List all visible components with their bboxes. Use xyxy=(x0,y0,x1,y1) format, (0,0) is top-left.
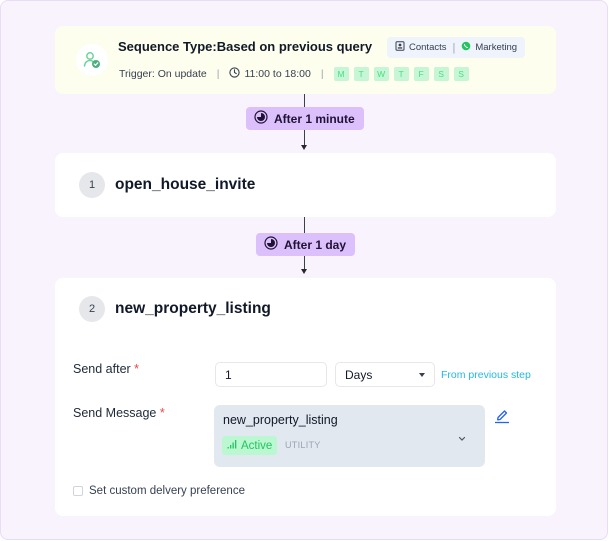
custom-delivery-checkbox[interactable] xyxy=(73,486,83,496)
active-days: M T W T F S S xyxy=(333,67,469,81)
label-text: Send Message xyxy=(73,406,157,420)
day-chip: W xyxy=(373,67,389,81)
sequence-type-title: Sequence Type:Based on previous query xyxy=(118,39,373,54)
divider: | xyxy=(452,41,456,54)
template-name: new_property_listing xyxy=(223,413,338,427)
clock-icon xyxy=(229,67,241,81)
day-chip: S xyxy=(453,67,469,81)
divider: | xyxy=(216,68,220,80)
template-category: UTILITY xyxy=(285,440,321,450)
step-title: open_house_invite xyxy=(115,176,256,193)
send-after-value-input[interactable]: 1 xyxy=(215,362,327,387)
pencil-icon xyxy=(492,410,512,429)
tag-label: Marketing xyxy=(475,42,518,53)
send-after-label: Send after * xyxy=(73,362,139,376)
edit-template-button[interactable] xyxy=(492,405,512,425)
sequence-canvas: Sequence Type:Based on previous query Co… xyxy=(0,0,608,540)
custom-delivery-label: Set custom delvery preference xyxy=(89,485,245,497)
step-number: 2 xyxy=(79,296,105,322)
day-chip: F xyxy=(413,67,429,81)
label-text: Send after xyxy=(73,362,131,376)
day-chip: T xyxy=(353,67,369,81)
step-card-2: 2 new_property_listing Send after * 1 Da… xyxy=(55,278,556,516)
trigger-text: Trigger: On update xyxy=(119,68,207,80)
send-message-label: Send Message * xyxy=(73,406,165,420)
delay-label: After 1 minute xyxy=(274,111,355,126)
step-header: 1 open_house_invite xyxy=(79,172,255,198)
day-chip: M xyxy=(333,67,349,81)
delay-pill[interactable]: After 1 day xyxy=(256,233,356,256)
step-card-1[interactable]: 1 open_house_invite xyxy=(55,153,556,217)
required-mark: * xyxy=(134,362,140,376)
selected-unit: Days xyxy=(345,367,373,382)
sequence-meta: Trigger: On update | 11:00 to 18:00 | M … xyxy=(119,66,469,82)
time-window-text: 11:00 to 18:00 xyxy=(244,68,311,80)
divider: | xyxy=(320,68,324,80)
required-mark: * xyxy=(159,406,165,420)
sequence-tags: Contacts | Marketing xyxy=(387,37,526,58)
custom-delivery-row[interactable]: Set custom delvery preference xyxy=(73,485,245,497)
whatsapp-icon xyxy=(461,41,471,54)
send-after-unit-select[interactable]: Days xyxy=(335,362,435,387)
caret-down-icon xyxy=(419,372,425,377)
message-template-select[interactable]: new_property_listing Active UTILITY xyxy=(214,405,485,467)
delay-label: After 1 day xyxy=(284,237,347,252)
step-number: 1 xyxy=(79,172,105,198)
reference-text: From previous step xyxy=(441,369,531,381)
timer-icon xyxy=(254,110,268,127)
sequence-header-card: Sequence Type:Based on previous query Co… xyxy=(55,26,556,94)
step-header: 2 new_property_listing xyxy=(79,296,271,322)
tag-marketing: Marketing xyxy=(461,41,517,54)
step-title: new_property_listing xyxy=(115,300,271,317)
timer-icon xyxy=(264,236,278,253)
chevron-down-icon xyxy=(458,429,466,447)
signal-icon xyxy=(227,439,238,452)
status-badge: Active xyxy=(222,436,278,455)
tag-contacts: Contacts xyxy=(395,41,447,54)
tag-label: Contacts xyxy=(409,42,447,53)
user-check-icon xyxy=(76,44,108,76)
day-chip: S xyxy=(433,67,449,81)
time-window: 11:00 to 18:00 xyxy=(229,67,311,81)
day-chip: T xyxy=(393,67,409,81)
contacts-icon xyxy=(395,41,405,54)
arrow-down-icon xyxy=(301,145,307,150)
status-text: Active xyxy=(241,439,273,452)
arrow-down-icon xyxy=(301,269,307,274)
delay-pill[interactable]: After 1 minute xyxy=(246,107,364,130)
